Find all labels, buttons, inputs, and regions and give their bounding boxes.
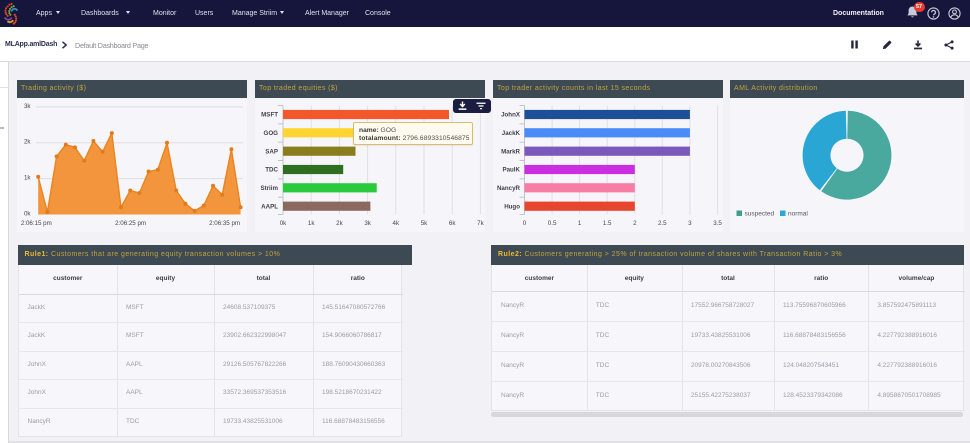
svg-text:2:06:25 pm: 2:06:25 pm <box>115 220 146 227</box>
svg-text:MarkR: MarkR <box>501 148 520 155</box>
svg-text:7k: 7k <box>477 220 484 227</box>
svg-text:6k: 6k <box>449 220 456 227</box>
svg-text:3k: 3k <box>364 220 371 227</box>
svg-text:2:06:35 pm: 2:06:35 pm <box>209 220 240 227</box>
svg-text:0k: 0k <box>280 220 287 227</box>
svg-text:AAPL: AAPL <box>261 203 278 210</box>
svg-text:MSFT: MSFT <box>261 112 278 119</box>
svg-text:SAP: SAP <box>265 148 278 155</box>
svg-text:1.5: 1.5 <box>603 220 612 227</box>
svg-text:3k: 3k <box>24 103 31 110</box>
svg-text:2: 2 <box>633 220 637 227</box>
svg-text:2.5: 2.5 <box>658 220 667 227</box>
svg-text:0: 0 <box>523 220 527 227</box>
svg-text:suspected: suspected <box>745 211 775 218</box>
svg-text:Striim: Striim <box>260 185 278 192</box>
svg-text:0.5: 0.5 <box>548 220 557 227</box>
svg-text:3: 3 <box>688 220 692 227</box>
svg-text:1k: 1k <box>308 220 315 227</box>
svg-text:normal: normal <box>788 211 808 218</box>
svg-text:5k: 5k <box>421 220 428 227</box>
svg-text:2:06:15 pm: 2:06:15 pm <box>21 220 52 227</box>
svg-text:JackK: JackK <box>502 130 521 137</box>
svg-text:TDC: TDC <box>265 167 278 174</box>
svg-text:4k: 4k <box>393 220 400 227</box>
svg-text:NancyR: NancyR <box>497 185 521 192</box>
svg-text:2k: 2k <box>336 220 343 227</box>
svg-text:GOG: GOG <box>264 130 279 137</box>
svg-text:PaulK: PaulK <box>502 167 520 174</box>
svg-text:0k: 0k <box>24 210 31 217</box>
svg-text:3.5: 3.5 <box>713 220 722 227</box>
svg-text:JohnX: JohnX <box>501 112 521 119</box>
svg-text:1k: 1k <box>24 175 31 182</box>
svg-text:1: 1 <box>578 220 582 227</box>
svg-text:Hugo: Hugo <box>504 203 520 210</box>
svg-text:2k: 2k <box>24 139 31 146</box>
